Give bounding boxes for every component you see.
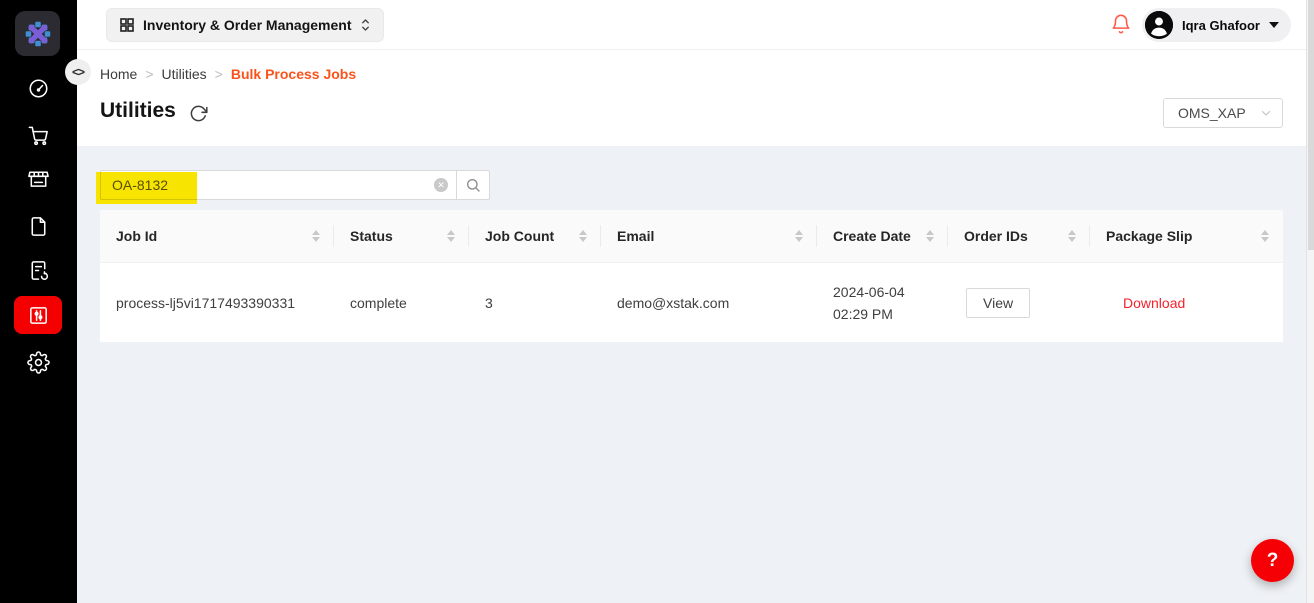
notification-bell-icon[interactable] xyxy=(1110,13,1132,37)
xstak-logo-icon xyxy=(23,19,53,49)
cell-order-ids: View xyxy=(948,263,1090,342)
table-row: process-lj5vi1717493390331 complete 3 de… xyxy=(100,262,1283,342)
app-switcher-label: Inventory & Order Management xyxy=(143,17,352,33)
user-name: Iqra Ghafoor xyxy=(1182,18,1260,33)
cell-create-date: 2024-06-04 02:29 PM xyxy=(817,263,948,342)
search-input[interactable] xyxy=(101,171,456,199)
sidebar-item-store[interactable] xyxy=(26,166,50,190)
breadcrumb-bulk-process-jobs[interactable]: Bulk Process Jobs xyxy=(231,66,356,82)
page-title: Utilities xyxy=(100,99,176,123)
sort-icon xyxy=(926,230,934,242)
sort-icon xyxy=(795,230,803,242)
sidebar-item-dashboard[interactable] xyxy=(26,76,50,100)
scrollbar-thumb[interactable] xyxy=(1308,0,1314,250)
cart-icon xyxy=(27,124,50,147)
column-header-job-id[interactable]: Job Id xyxy=(100,210,334,262)
clear-search-icon[interactable]: ✕ xyxy=(434,178,448,192)
download-link[interactable]: Download xyxy=(1123,295,1185,311)
column-header-email[interactable]: Email xyxy=(601,210,817,262)
sort-icon xyxy=(1261,230,1269,242)
app-grid-icon xyxy=(119,17,135,33)
collapse-arrows-icon: <> xyxy=(72,65,84,79)
user-menu[interactable]: Iqra Ghafoor xyxy=(1142,8,1291,42)
sort-icon xyxy=(312,230,320,242)
help-button[interactable]: ? xyxy=(1251,539,1294,582)
user-avatar xyxy=(1145,11,1173,39)
cell-job-id: process-lj5vi1717493390331 xyxy=(100,263,334,342)
swap-vertical-icon xyxy=(360,18,371,32)
column-header-create-date[interactable]: Create Date xyxy=(817,210,948,262)
column-header-status[interactable]: Status xyxy=(334,210,469,262)
breadcrumb-home[interactable]: Home xyxy=(100,66,137,82)
sidebar-collapse-toggle[interactable]: <> xyxy=(65,59,91,85)
sort-icon xyxy=(579,230,587,242)
store-icon xyxy=(27,167,50,190)
sidebar xyxy=(0,0,77,603)
breadcrumb-separator: > xyxy=(145,66,153,82)
cell-package-slip: Download xyxy=(1090,263,1283,342)
search-icon xyxy=(465,177,481,193)
dashboard-gauge-icon xyxy=(27,77,50,100)
column-header-order-ids[interactable]: Order IDs xyxy=(948,210,1090,262)
document-icon xyxy=(27,215,50,238)
chevron-down-icon xyxy=(1269,22,1279,28)
app-root: <> Inventory & Order Management xyxy=(0,0,1314,603)
sort-icon xyxy=(1068,230,1076,242)
sidebar-item-orders[interactable] xyxy=(26,123,50,147)
bulk-process-jobs-table: Job Id Status Job Count Email Create Dat… xyxy=(100,210,1283,342)
column-header-package-slip[interactable]: Package Slip xyxy=(1090,210,1283,262)
cell-email: demo@xstak.com xyxy=(601,263,817,342)
sidebar-item-settings[interactable] xyxy=(26,350,50,374)
sidebar-item-utilities-active[interactable] xyxy=(14,296,62,334)
page-scrollbar[interactable] xyxy=(1306,0,1314,603)
table-header: Job Id Status Job Count Email Create Dat… xyxy=(100,210,1283,262)
question-mark-icon: ? xyxy=(1267,550,1279,572)
sort-icon xyxy=(447,230,455,242)
search-button[interactable] xyxy=(456,170,490,200)
view-button[interactable]: View xyxy=(966,288,1030,318)
app-switcher-button[interactable]: Inventory & Order Management xyxy=(106,8,384,42)
column-header-job-count[interactable]: Job Count xyxy=(469,210,601,262)
job-search-bar: ✕ xyxy=(100,170,490,200)
workspace-select-value: OMS_XAP xyxy=(1178,105,1246,121)
settings-gear-icon xyxy=(27,351,50,374)
refresh-button[interactable] xyxy=(189,104,208,123)
workspace-select[interactable]: OMS_XAP xyxy=(1163,98,1283,128)
sidebar-item-documents[interactable] xyxy=(26,214,50,238)
sidebar-item-bulk-reports[interactable] xyxy=(26,258,50,282)
person-icon xyxy=(1145,11,1173,39)
breadcrumb-utilities[interactable]: Utilities xyxy=(162,66,207,82)
utilities-sliders-icon xyxy=(27,304,50,327)
search-input-box: ✕ xyxy=(100,170,456,200)
breadcrumb: Home > Utilities > Bulk Process Jobs xyxy=(100,66,356,82)
chevron-down-icon xyxy=(1260,107,1272,119)
xstak-logo[interactable] xyxy=(15,11,60,56)
cell-job-count: 3 xyxy=(469,263,601,342)
document-sync-icon xyxy=(27,259,50,282)
top-bar: Inventory & Order Management Iqra Ghafoo… xyxy=(77,0,1306,50)
refresh-icon xyxy=(189,104,208,123)
cell-status: complete xyxy=(334,263,469,342)
breadcrumb-separator: > xyxy=(215,66,223,82)
